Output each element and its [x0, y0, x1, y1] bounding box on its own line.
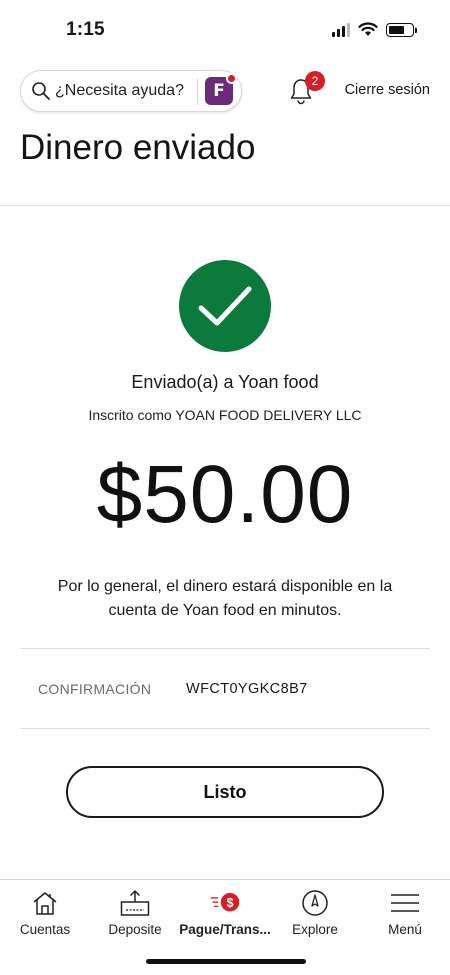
battery-icon	[386, 22, 417, 37]
status-bar: 1:15	[0, 0, 450, 60]
nav-item-deposit[interactable]: Deposite	[90, 880, 180, 950]
nav-item-accounts[interactable]: Cuentas	[0, 880, 90, 950]
confirmation-label: CONFIRMACIÓN	[38, 681, 152, 697]
top-header: ¿Necesita ayuda? F 2 Cierre sesión	[0, 68, 450, 114]
home-indicator[interactable]	[146, 959, 306, 964]
nav-label-explore: Explore	[292, 922, 338, 937]
amount-sent: $50.00	[96, 449, 354, 540]
success-check-icon	[179, 260, 271, 352]
status-icons	[332, 22, 417, 37]
assistant-alert-dot	[226, 73, 237, 84]
help-search-bar[interactable]: ¿Necesita ayuda? F	[20, 70, 242, 112]
search-icon	[32, 82, 50, 100]
virtual-assistant-button[interactable]: F	[205, 73, 237, 105]
header-divider	[0, 205, 450, 206]
nav-item-explore[interactable]: Explore	[270, 880, 360, 950]
logout-link[interactable]: Cierre sesión	[345, 82, 430, 98]
nav-item-menu[interactable]: Menú	[360, 880, 450, 950]
wifi-icon	[358, 22, 378, 36]
recipient-line: Enviado(a) a Yoan food	[131, 372, 319, 392]
deposit-icon	[119, 888, 151, 918]
confirmation-top-divider	[20, 648, 430, 649]
done-button[interactable]: Listo	[66, 766, 384, 818]
enrolled-as-line: Inscrito como YOAN FOOD DELIVERY LLC	[88, 407, 362, 423]
page-title: Dinero enviado	[20, 128, 256, 167]
pay-transfer-icon: $	[209, 888, 241, 918]
nav-label-pay-transfer: Pague/Trans...	[179, 922, 271, 937]
compass-icon	[299, 888, 331, 918]
confirmation-code: WFCT0YGKC8B7	[186, 681, 308, 697]
pill-divider	[197, 79, 198, 105]
nav-label-deposit: Deposite	[108, 922, 162, 937]
help-search-placeholder: ¿Necesita ayuda?	[55, 82, 184, 99]
nav-item-pay-transfer[interactable]: $ Pague/Trans...	[179, 880, 271, 950]
nav-label-menu: Menú	[388, 922, 422, 937]
cellular-signal-icon	[332, 22, 350, 37]
availability-note: Por lo general, el dinero estará disponi…	[57, 578, 393, 619]
confirmation-bottom-divider	[20, 728, 430, 729]
assistant-logo-letter: F	[213, 81, 225, 101]
menu-icon	[389, 888, 421, 918]
notification-count-badge: 2	[305, 71, 325, 91]
status-time: 1:15	[66, 19, 105, 40]
svg-text:$: $	[227, 896, 234, 910]
nav-label-accounts: Cuentas	[19, 922, 71, 937]
house-icon	[29, 888, 61, 918]
